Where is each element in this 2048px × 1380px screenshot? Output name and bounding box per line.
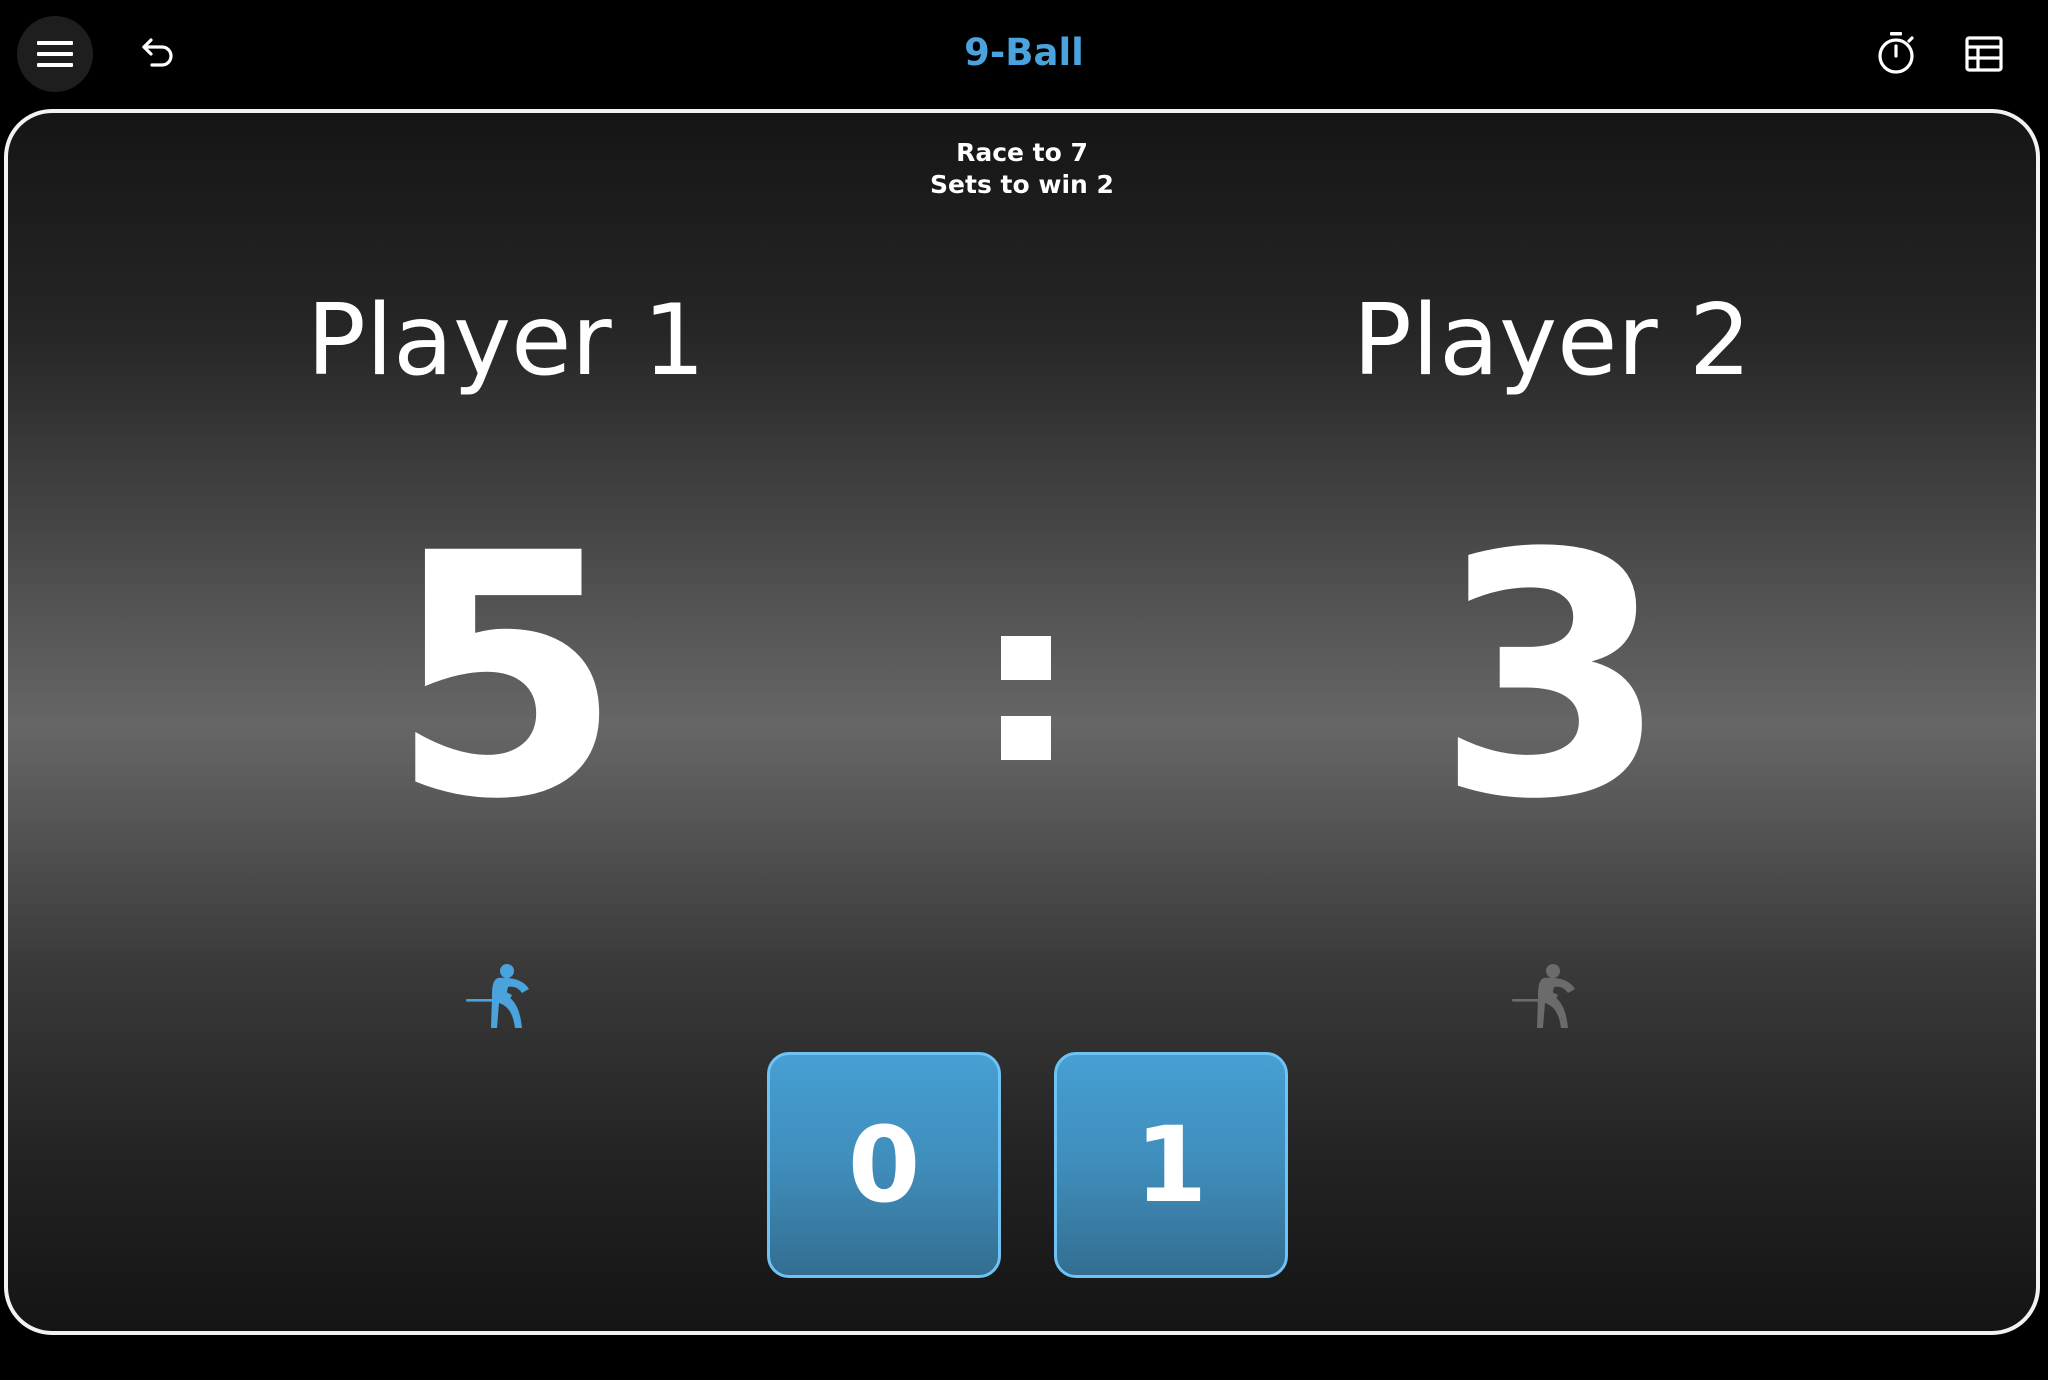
sets-label: Sets to win 2 bbox=[930, 170, 1114, 199]
player-1-name[interactable]: Player 1 bbox=[156, 281, 856, 401]
app-title: 9-Ball bbox=[964, 31, 1084, 74]
player-2-name[interactable]: Player 2 bbox=[1202, 281, 1902, 401]
stopwatch-icon bbox=[1878, 32, 1914, 74]
table-button[interactable] bbox=[1962, 32, 2006, 76]
table-grid-icon bbox=[1965, 36, 2003, 72]
timer-button[interactable] bbox=[1872, 29, 1920, 77]
player-2-score[interactable]: 3 bbox=[1302, 511, 1802, 846]
player-1-sets-won[interactable]: 0 bbox=[767, 1052, 1001, 1278]
player-1-score[interactable]: 5 bbox=[256, 511, 756, 846]
undo-button[interactable] bbox=[132, 26, 184, 78]
match-info: Race to 7 Sets to win 2 bbox=[8, 137, 2036, 201]
player-2-shooter-indicator[interactable] bbox=[1512, 962, 1592, 1032]
score-separator bbox=[1001, 636, 1051, 760]
billiards-player-icon bbox=[1512, 964, 1575, 1028]
player-1-shooter-indicator[interactable] bbox=[466, 962, 546, 1032]
top-bar: 9-Ball bbox=[0, 0, 2048, 105]
undo-icon bbox=[142, 38, 173, 67]
player-2-sets-won[interactable]: 1 bbox=[1054, 1052, 1288, 1278]
billiards-player-icon bbox=[466, 964, 529, 1028]
menu-button[interactable] bbox=[17, 16, 93, 92]
race-label: Race to 7 bbox=[956, 138, 1088, 167]
hamburger-menu-icon bbox=[37, 41, 73, 67]
scoreboard: Race to 7 Sets to win 2 Player 1 Player … bbox=[4, 109, 2040, 1335]
